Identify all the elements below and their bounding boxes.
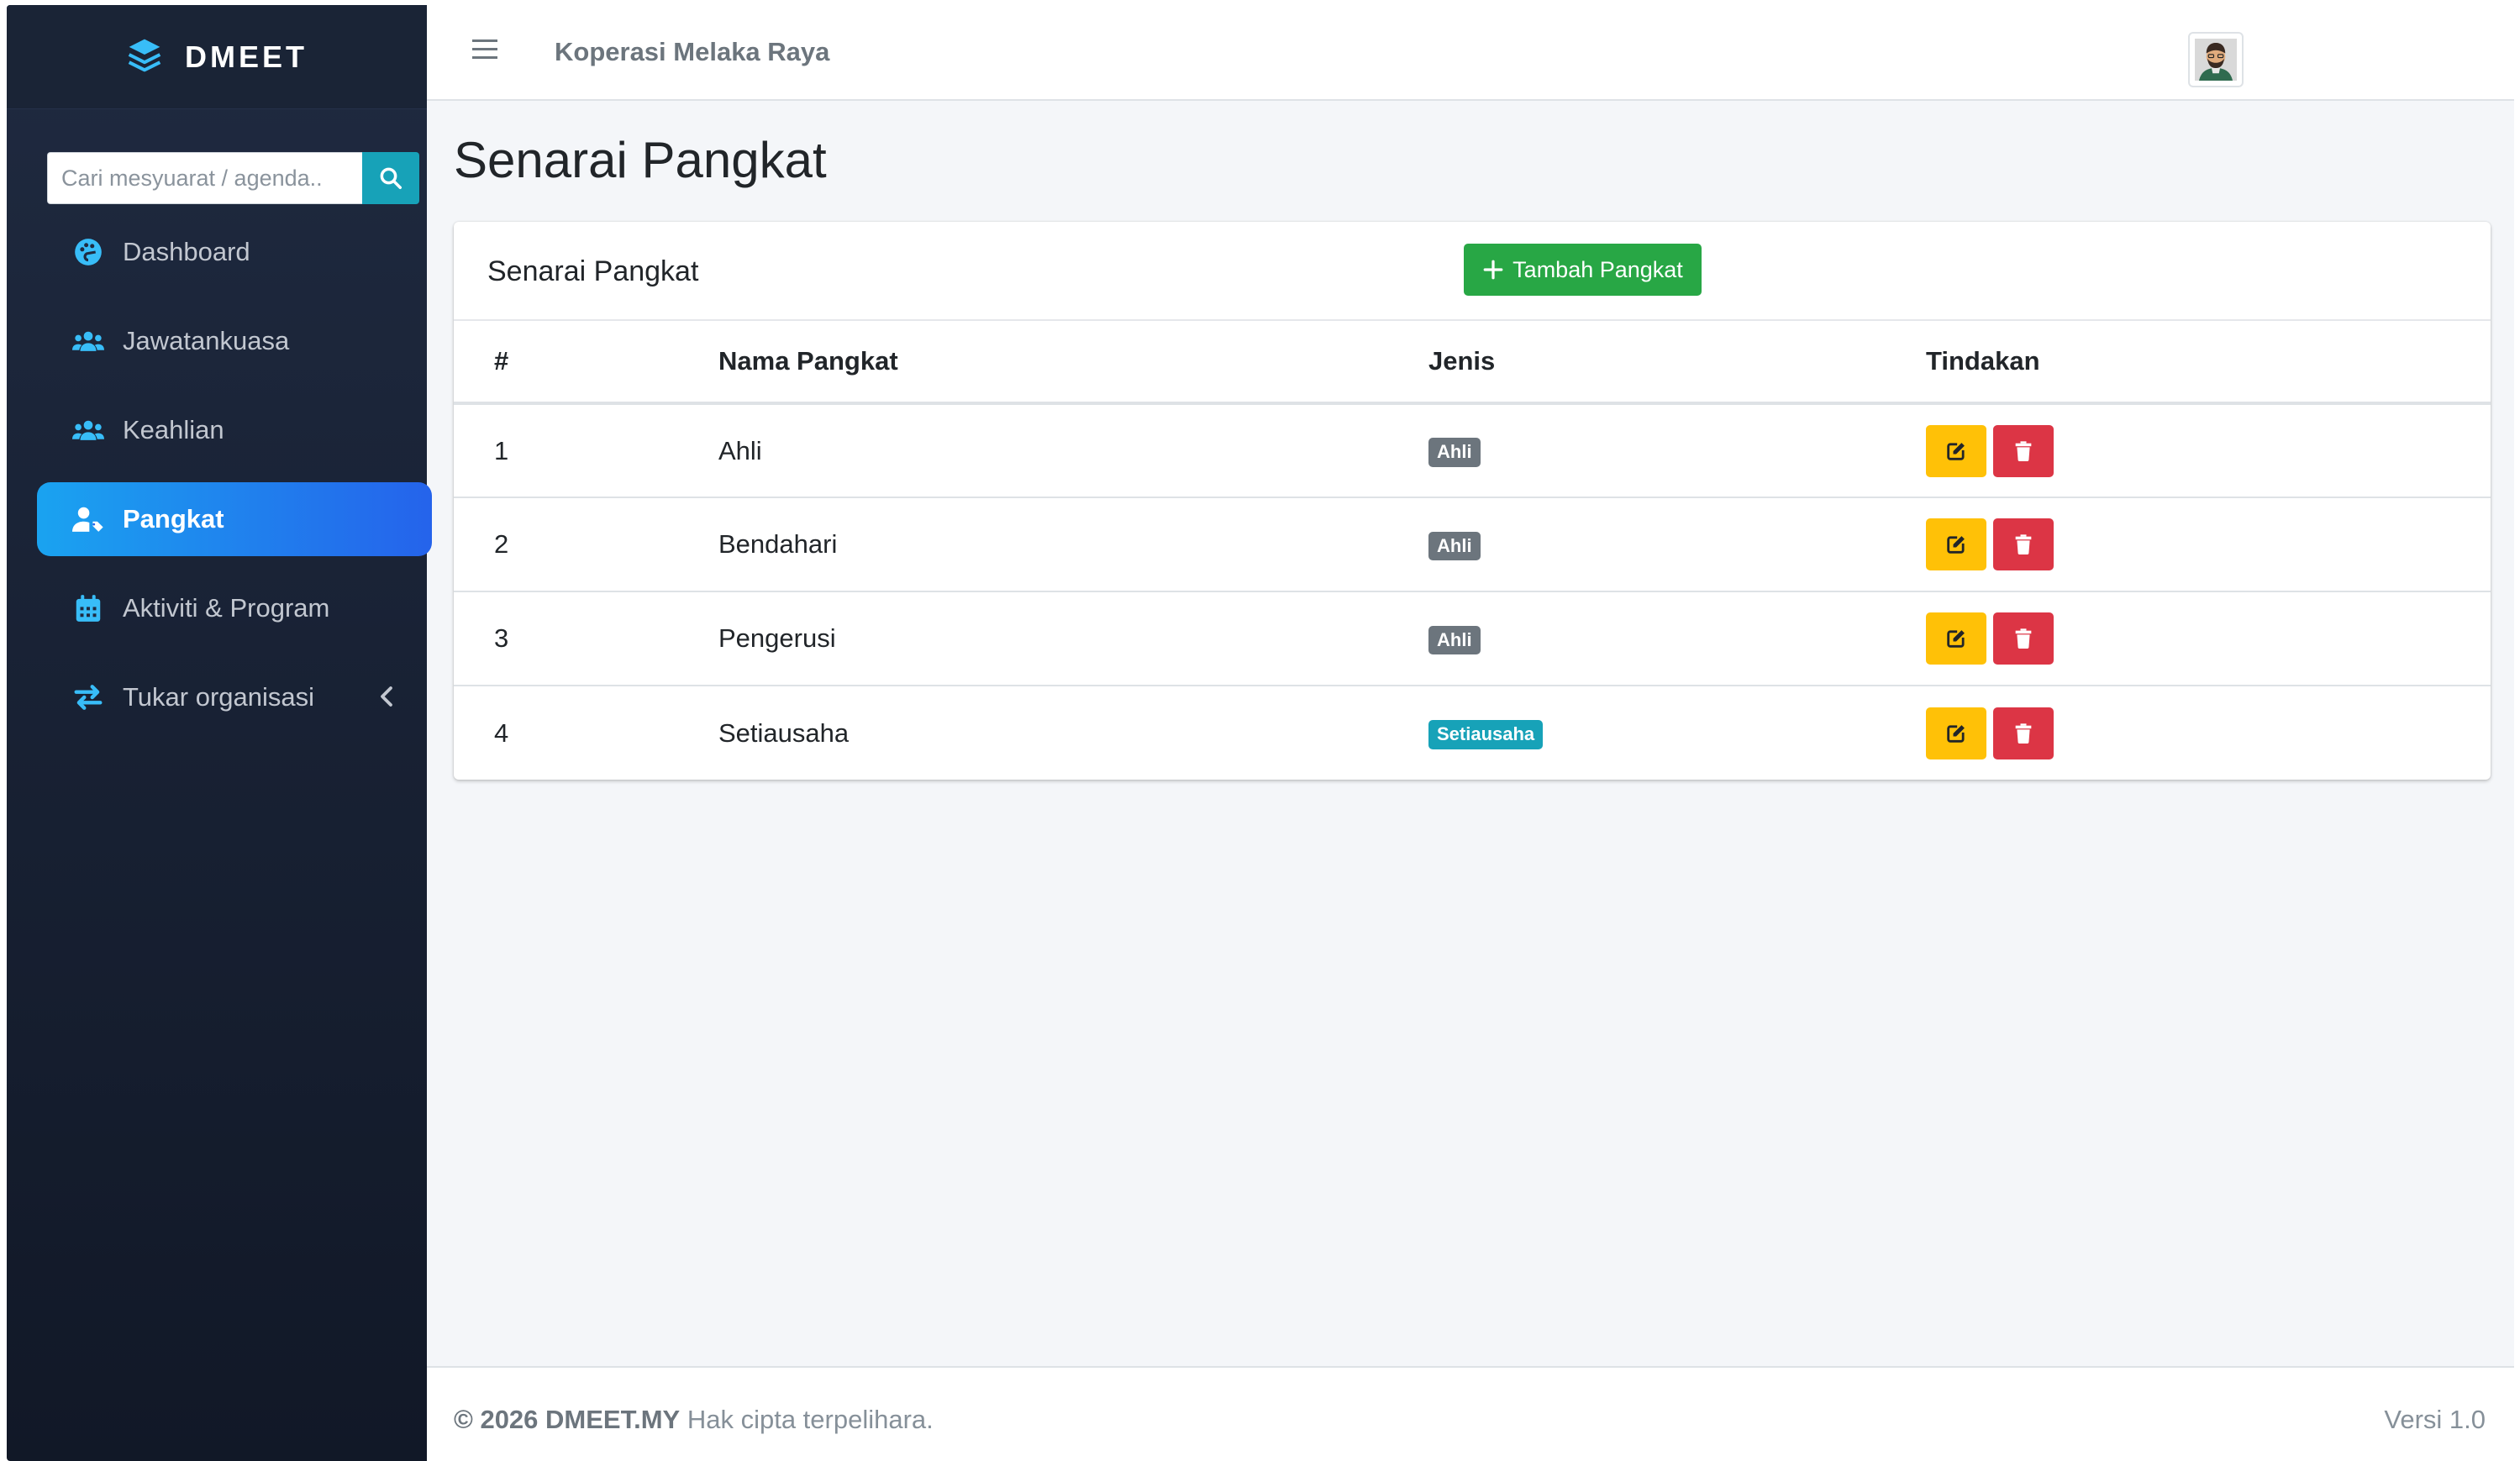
search-input[interactable] [47,152,362,204]
column-header-number: # [454,321,718,405]
sidebar-nav: Dashboard Jawatankuasa Keahlian Pangkat [37,215,457,749]
edit-button[interactable] [1926,518,1986,570]
chevron-left-icon[interactable] [375,684,398,716]
brand-link[interactable]: DMEET [7,5,427,109]
card-title: Senarai Pangkat [487,255,699,287]
edit-button[interactable] [1926,424,1986,477]
add-pangkat-button[interactable]: Tambah Pangkat [1464,244,1702,296]
version-text: Versi 1.0 [2384,1405,2486,1434]
row-actions [1926,612,2054,665]
table-row: 1 Ahli Ahli [454,403,2491,498]
row-name: Bendahari [718,497,1428,592]
add-pangkat-label: Tambah Pangkat [1513,256,1683,282]
layers-icon [126,36,163,77]
sidebar-item-label: Tukar organisasi [123,682,315,712]
edit-button[interactable] [1926,707,1986,759]
trash-icon [2015,723,2032,744]
delete-button[interactable] [1993,424,2054,477]
users-icon [71,414,106,446]
sidebar-item-label: Keahlian [123,415,224,444]
copyright-link[interactable]: © 2026 DMEET.MY [454,1405,680,1434]
type-badge: Ahli [1428,438,1481,467]
row-number: 1 [454,403,718,498]
table-header-row: # Nama Pangkat Jenis Tindakan [454,321,2491,405]
users-icon [71,325,106,357]
trash-icon [2015,534,2032,555]
sidebar-item-label: Jawatankuasa [123,326,290,355]
trash-icon [2015,628,2032,649]
menu-toggle-icon[interactable] [472,37,501,62]
user-tag-icon [71,503,106,535]
delete-button[interactable] [1993,612,2054,665]
edit-icon [1947,630,1965,648]
exchange-icon [71,681,106,713]
row-actions [1926,707,2054,759]
row-name: Ahli [718,403,1428,498]
sidebar-item-dashboard[interactable]: Dashboard [37,215,427,289]
edit-icon [1947,442,1965,460]
page-title: Senarai Pangkat [454,132,827,188]
pangkat-table: # Nama Pangkat Jenis Tindakan 1 Ahli Ahl… [454,321,2491,780]
organization-name: Koperasi Melaka Raya [555,37,830,66]
column-header-tindakan: Tindakan [1926,321,2491,405]
row-actions [1926,518,2054,570]
search-icon [380,167,402,189]
row-name: Pengerusi [718,591,1428,686]
app-window: DMEET Dashboard Jawatankuasa [7,5,2514,1461]
row-actions [1926,424,2054,477]
footer-copyright: © 2026 DMEET.MY Hak cipta terpelihara. [454,1405,934,1435]
column-header-jenis: Jenis [1428,321,1926,405]
plus-icon [1483,260,1503,280]
type-badge: Setiausaha [1428,720,1544,749]
calendar-icon [71,592,106,624]
sidebar-item-pangkat[interactable]: Pangkat [37,482,432,556]
sidebar-item-label: Dashboard [123,237,250,266]
row-number: 4 [494,717,509,748]
brand-name: DMEET [185,39,308,74]
footer: © 2026 DMEET.MY Hak cipta terpelihara. V… [427,1366,2514,1461]
pangkat-card: Senarai Pangkat Tambah Pangkat # Nama Pa… [454,222,2491,780]
search-button[interactable] [362,152,419,204]
sidebar-item-label: Pangkat [123,504,224,533]
type-badge: Ahli [1428,625,1481,655]
sidebar-item-jawatankuasa[interactable]: Jawatankuasa [37,304,427,378]
column-header-nama-pangkat: Nama Pangkat [718,321,1428,405]
sidebar-item-aktiviti[interactable]: Aktiviti & Program [37,571,427,645]
delete-button[interactable] [1993,518,2054,570]
type-badge: Ahli [1428,531,1481,561]
rights-text: Hak cipta terpelihara. [687,1405,934,1434]
edit-icon [1947,724,1965,743]
table-row: 2 Bendahari Ahli [454,497,2491,592]
card-header: Senarai Pangkat Tambah Pangkat [454,222,2491,321]
trash-icon [2015,440,2032,461]
palette-icon [71,236,106,268]
sidebar: DMEET Dashboard Jawatankuasa [7,5,432,1461]
sidebar-search [47,152,419,204]
sidebar-item-keahlian[interactable]: Keahlian [37,393,427,467]
row-name: Setiausaha [718,717,850,748]
top-navbar: Koperasi Melaka Raya [427,5,2514,101]
row-number: 2 [454,497,718,592]
table-row: 4 Setiausaha Setiausaha [454,686,2491,780]
delete-button[interactable] [1993,707,2054,759]
edit-button[interactable] [1926,612,1986,665]
table-row: 3 Pengerusi Ahli [454,591,2491,686]
sidebar-item-label: Aktiviti & Program [123,593,330,623]
edit-icon [1947,536,1965,554]
avatar[interactable] [2188,32,2244,87]
row-number: 3 [454,591,718,686]
sidebar-item-tukar-organisasi[interactable]: Tukar organisasi [37,660,427,734]
